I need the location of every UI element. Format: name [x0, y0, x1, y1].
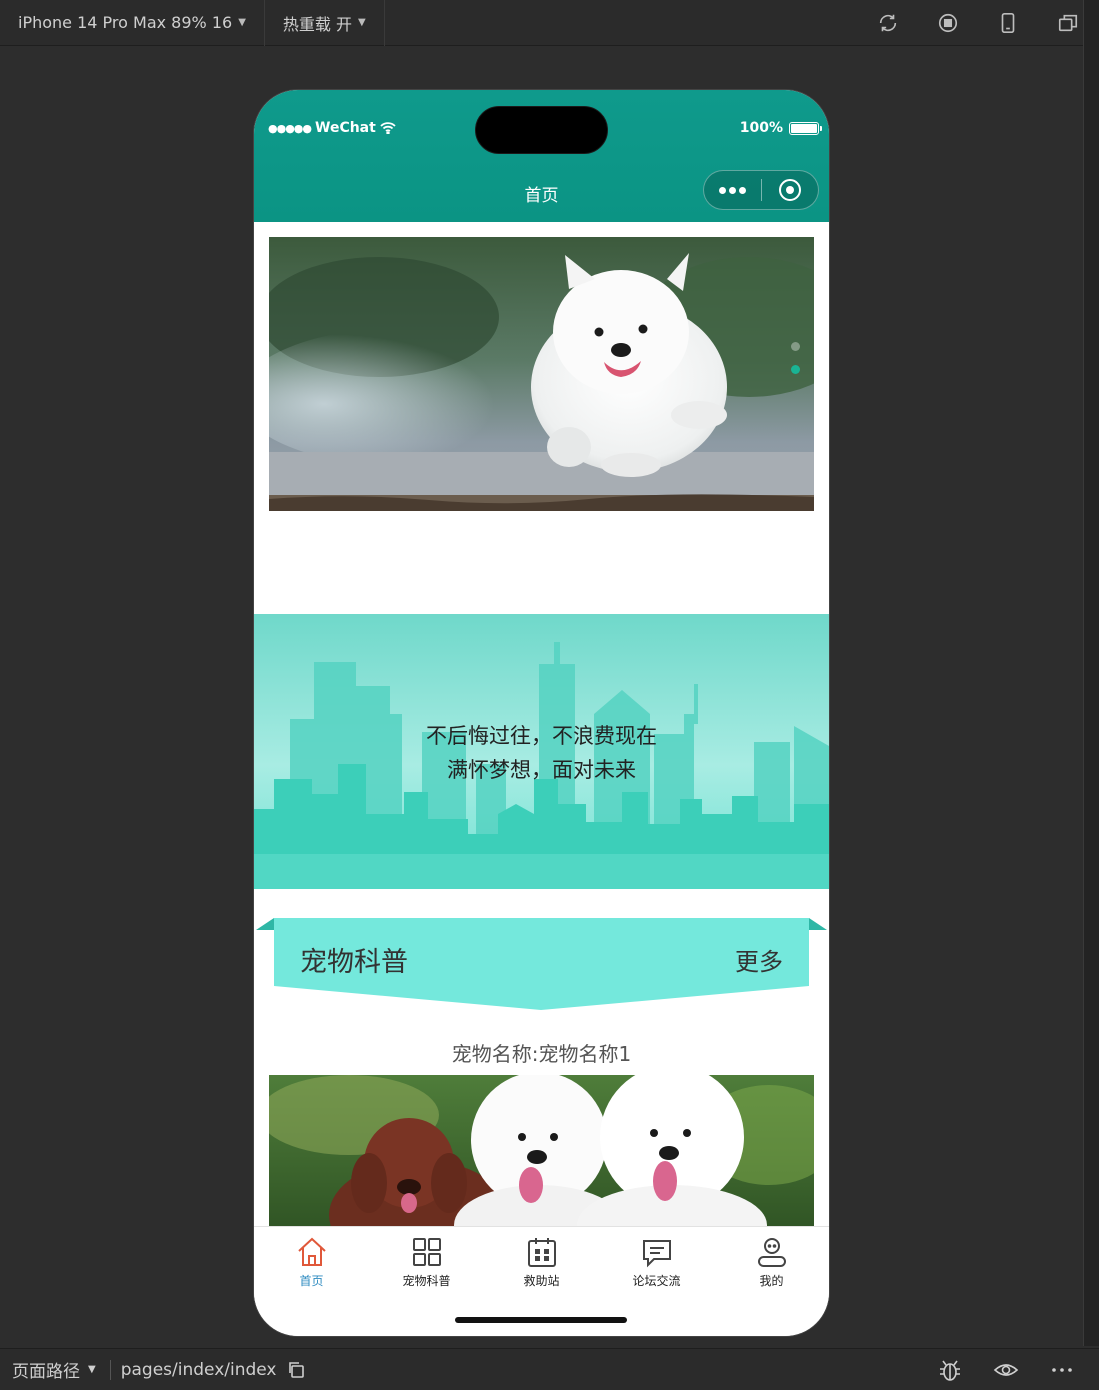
chevron-down-icon: ▼: [238, 17, 246, 28]
user-icon: [757, 1238, 786, 1267]
eye-icon[interactable]: [993, 1357, 1019, 1383]
status-bar: ●●●●● WeChat 100%: [254, 90, 829, 164]
more-button[interactable]: [704, 171, 761, 209]
hot-reload-toggle[interactable]: 热重载 开 ▼: [265, 0, 385, 46]
refresh-icon[interactable]: [877, 12, 899, 34]
page-path-value: pages/index/index: [120, 1359, 277, 1380]
page-path-bar: 页面路径 ▼ pages/index/index: [0, 1348, 1099, 1390]
tab-mine[interactable]: 我的: [714, 1227, 829, 1299]
more-dots-icon: [718, 186, 746, 194]
simulator-toolbar: iPhone 14 Pro Max 89% 16 ▼ 热重载 开 ▼: [0, 0, 1099, 46]
tab-bar: 首页 宠物科普 救助站 论坛交流 我的: [254, 1226, 829, 1336]
window-icon[interactable]: [1057, 12, 1079, 34]
calendar-icon: [527, 1238, 556, 1267]
swiper-dot[interactable]: [791, 342, 800, 351]
chevron-down-icon: ▼: [88, 1364, 96, 1375]
tab-rescue-station-label: 救助站: [523, 1274, 560, 1288]
pet-image-poodles: [269, 1075, 814, 1226]
menu-capsule: [703, 170, 819, 210]
signal-icon: ●●●●●: [268, 121, 312, 135]
page-path-label: 页面路径: [12, 1362, 80, 1382]
chat-icon: [642, 1240, 671, 1268]
banner-image-dog: [269, 237, 814, 511]
battery-label: 100%: [739, 120, 783, 136]
tab-home-label: 首页: [299, 1274, 324, 1288]
tab-rescue-station[interactable]: 救助站: [484, 1227, 599, 1299]
tab-forum[interactable]: 论坛交流: [599, 1227, 714, 1299]
tab-mine-label: 我的: [759, 1274, 784, 1288]
wifi-icon: [380, 122, 396, 134]
device-selector[interactable]: iPhone 14 Pro Max 89% 16 ▼: [0, 0, 265, 46]
dynamic-island: [475, 106, 608, 154]
close-miniprogram-button[interactable]: [762, 171, 819, 209]
tab-forum-label: 论坛交流: [632, 1274, 681, 1288]
home-indicator[interactable]: [455, 1317, 627, 1323]
grid-icon: [412, 1238, 441, 1266]
carrier: ●●●●● WeChat: [268, 120, 396, 136]
motto-banner: 不后悔过往，不浪费现在 满怀梦想，面对未来: [254, 614, 829, 889]
device-label: iPhone 14 Pro Max 89% 16: [18, 13, 233, 32]
stop-icon[interactable]: [937, 12, 959, 34]
side-panel-edge: [1083, 0, 1099, 1346]
pet-card-image[interactable]: [269, 1075, 814, 1226]
header: ●●●●● WeChat 100% 首页: [254, 90, 829, 222]
carrier-label: WeChat: [315, 120, 376, 136]
swiper-indicator: [791, 342, 800, 374]
hot-reload-label: 热重载 开: [282, 14, 352, 34]
swiper-dot-active[interactable]: [791, 365, 800, 374]
tab-pet-science[interactable]: 宠物科普: [369, 1227, 484, 1299]
page-path-selector[interactable]: 页面路径 ▼: [0, 1357, 96, 1382]
tab-pet-science-label: 宠物科普: [402, 1274, 451, 1288]
debug-bug-icon[interactable]: [937, 1357, 963, 1383]
motto-text: 不后悔过往，不浪费现在 满怀梦想，面对未来: [254, 719, 829, 787]
battery-status: 100%: [739, 120, 822, 136]
target-icon: [778, 179, 801, 201]
more-options-icon[interactable]: [1049, 1357, 1075, 1383]
section-header: 宠物科普 更多: [254, 918, 829, 1012]
copy-icon[interactable]: [287, 1361, 305, 1379]
phone-simulator: ●●●●● WeChat 100% 首页 不后悔过往，不浪费现在 满怀梦想，面对…: [254, 90, 829, 1336]
phone-icon[interactable]: [997, 12, 1019, 34]
motto-line-1: 不后悔过往，不浪费现在: [426, 724, 657, 748]
more-link[interactable]: 更多: [735, 942, 783, 977]
motto-line-2: 满怀梦想，面对未来: [447, 758, 636, 782]
pet-name[interactable]: 宠物名称:宠物名称1: [254, 1038, 829, 1067]
section-title: 宠物科普: [300, 947, 408, 978]
page-content[interactable]: 不后悔过往，不浪费现在 满怀梦想，面对未来 宠物科普 更多 宠物名称:宠物名称1: [254, 222, 829, 1226]
banner-swiper[interactable]: [269, 237, 814, 511]
tab-home[interactable]: 首页: [254, 1227, 369, 1299]
battery-icon: [789, 121, 822, 135]
chevron-down-icon: ▼: [357, 17, 366, 28]
home-icon: [297, 1237, 326, 1266]
